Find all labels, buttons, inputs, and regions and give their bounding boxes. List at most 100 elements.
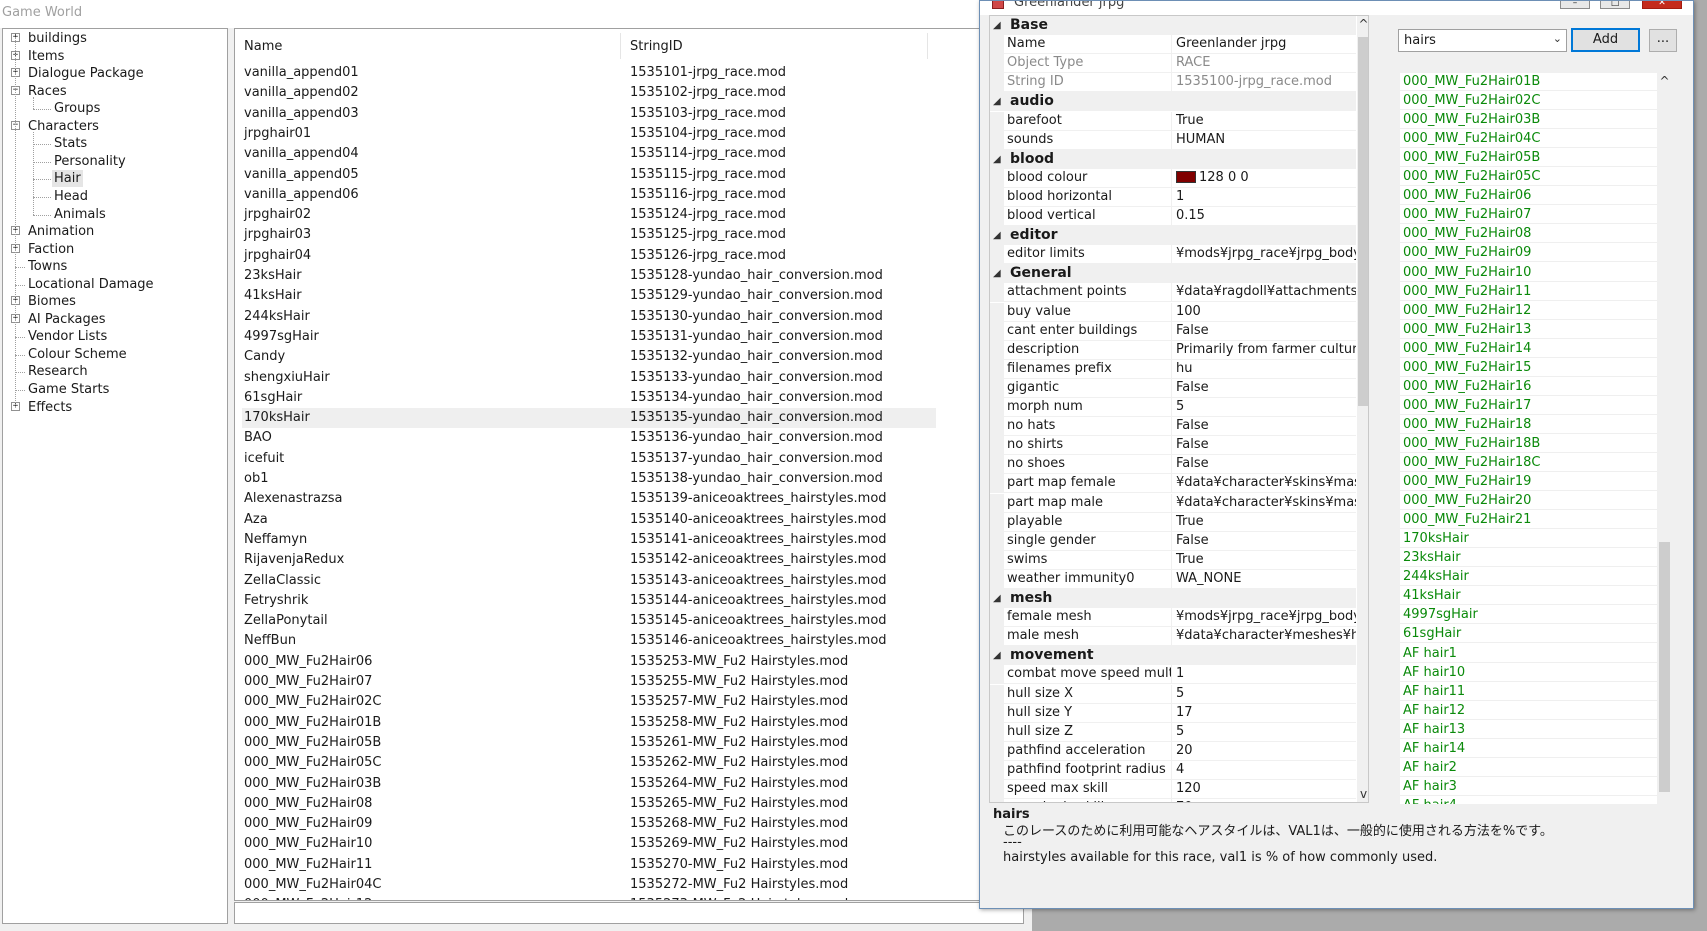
list-item[interactable]: 000_MW_Fu2Hair01B [1400, 73, 1660, 91]
property-value[interactable]: False [1173, 379, 1356, 398]
property-value[interactable]: 1535100-jrpg_race.mod [1173, 73, 1356, 92]
list-item[interactable]: 000_MW_Fu2Hair04C [1400, 129, 1660, 149]
property-value[interactable]: RACE [1173, 54, 1356, 73]
list-item[interactable]: 170ksHair [1400, 529, 1660, 549]
property-value[interactable]: False [1173, 417, 1356, 436]
table-row[interactable]: 000_MW_Fu2Hair05B 1535261-MW_Fu2 Hairstyl… [235, 733, 915, 753]
property-value[interactable]: True [1173, 112, 1356, 131]
property-value[interactable]: 0.15 [1173, 207, 1356, 226]
property-row[interactable]: Name Greenlander jrpg [990, 35, 1356, 55]
property-value[interactable]: Greenlander jrpg [1173, 35, 1356, 54]
property-value[interactable]: False [1173, 436, 1356, 455]
list-item[interactable]: AF hair3 [1400, 777, 1660, 796]
table-row[interactable]: 170ksHair 1535135-yundao_hair_conversion.… [242, 408, 936, 429]
property-row[interactable]: String ID 1535100-jrpg_race.mod [990, 73, 1356, 93]
property-category[interactable]: ◢ Base [990, 16, 1356, 35]
collapse-category-icon[interactable]: ◢ [993, 226, 1001, 245]
property-row[interactable]: pathfind acceleration 20 [990, 741, 1356, 761]
list-item[interactable]: AF hair10 [1400, 663, 1660, 682]
table-row[interactable]: jrpghair04 1535126-jrpg_race.mod [235, 246, 915, 266]
property-value[interactable]: ¥data¥character¥skins¥mask [1173, 474, 1356, 493]
property-row[interactable]: no shoes False [990, 455, 1356, 475]
list-item[interactable]: 4997sgHair [1400, 605, 1660, 625]
table-row[interactable]: Fetryshrik 1535144-aniceoaktrees_hairstyl… [235, 591, 915, 611]
property-category[interactable]: ◢ audio [990, 92, 1356, 112]
collapse-category-icon[interactable]: ◢ [993, 16, 1001, 35]
property-category[interactable]: ◢ editor [990, 226, 1356, 246]
list-item[interactable]: 000_MW_Fu2Hair03B [1400, 110, 1660, 130]
table-row[interactable]: vanilla_append02 1535102-jrpg_race.mod [235, 83, 915, 103]
property-row[interactable]: editor limits ¥mods¥jrpg_race¥jrpg_body¥ [990, 245, 1356, 265]
list-item[interactable]: AF hair11 [1400, 682, 1660, 701]
property-value[interactable]: False [1173, 322, 1356, 341]
property-row[interactable]: cant enter buildings False [990, 321, 1356, 341]
chevron-down-icon[interactable]: ⌄ [1553, 32, 1562, 45]
property-row[interactable]: part map male ¥data¥character¥skins¥mask [990, 493, 1356, 513]
property-row[interactable]: hull size Y 17 [990, 703, 1356, 723]
list-item[interactable]: 000_MW_Fu2Hair14 [1400, 339, 1660, 358]
property-row[interactable]: Object Type RACE [990, 54, 1356, 74]
property-row[interactable]: combat move speed mult 1 [990, 665, 1356, 685]
table-row[interactable]: 000_MW_Fu2Hair01B 1535258-MW_Fu2 Hairstyl… [235, 713, 915, 733]
list-item[interactable]: 000_MW_Fu2Hair11 [1400, 282, 1660, 301]
property-row[interactable]: part map female ¥data¥character¥skins¥mas… [990, 474, 1356, 494]
list-item[interactable]: AF hair1 [1400, 644, 1660, 663]
column-separator[interactable] [927, 33, 928, 59]
column-separator[interactable] [620, 33, 621, 59]
list-item[interactable]: 000_MW_Fu2Hair02C [1400, 91, 1660, 111]
collapse-category-icon[interactable]: ◢ [993, 646, 1001, 665]
list-item[interactable]: 000_MW_Fu2Hair18B [1400, 434, 1660, 453]
table-row[interactable]: jrpghair03 1535125-jrpg_race.mod [235, 225, 915, 245]
property-row[interactable]: blood vertical 0.15 [990, 207, 1356, 226]
list-item[interactable]: 000_MW_Fu2Hair18 [1400, 415, 1660, 434]
property-value[interactable]: 128 0 0 [1173, 169, 1356, 188]
property-value[interactable]: 1 [1173, 188, 1356, 207]
list-item[interactable]: 000_MW_Fu2Hair13 [1400, 320, 1660, 339]
list-item[interactable]: 000_MW_Fu2Hair15 [1400, 358, 1660, 377]
table-row[interactable]: 000_MW_Fu2Hair12 1535273-MW_Fu2 Hairstyle… [235, 895, 915, 900]
property-value[interactable]: WA_NONE [1173, 570, 1356, 589]
item-list[interactable]: Name StringID vanilla_append01 1535101-jr… [234, 28, 1034, 901]
property-value[interactable]: ¥data¥ragdoll¥attachments- [1173, 283, 1356, 302]
property-category[interactable]: ◢ movement [990, 646, 1356, 666]
property-row[interactable]: attachment points ¥data¥ragdoll¥attachmen… [990, 283, 1356, 303]
property-category[interactable]: ◢ mesh [990, 589, 1356, 608]
property-row[interactable]: speed max skill 120 [990, 780, 1356, 799]
scrollbar-thumb[interactable] [1659, 542, 1670, 792]
property-row[interactable]: blood horizontal 1 [990, 187, 1356, 207]
property-row[interactable]: hull size X5 [990, 684, 1356, 704]
list-item[interactable]: AF hair12 [1400, 701, 1660, 720]
table-row[interactable]: vanilla_append03 1535103-jrpg_race.mod [235, 104, 915, 124]
property-category[interactable]: ◢ General [990, 264, 1356, 284]
scroll-up-icon[interactable]: ^ [1658, 73, 1671, 89]
property-value[interactable]: 120 [1173, 780, 1356, 799]
property-row[interactable]: sounds HUMAN [990, 130, 1356, 150]
scrollbar-thumb[interactable] [1358, 37, 1368, 406]
list-item[interactable]: 23ksHair [1400, 548, 1660, 568]
property-value[interactable]: True [1173, 513, 1356, 532]
table-row[interactable]: 41ksHair 1535129-yundao_hair_conversion.m… [235, 286, 915, 306]
list-item[interactable]: 000_MW_Fu2Hair08 [1400, 224, 1660, 244]
list-item[interactable]: 000_MW_Fu2Hair09 [1400, 243, 1660, 263]
list-horizontal-bar[interactable] [234, 902, 1024, 924]
scroll-up-icon[interactable]: ^ [1357, 16, 1368, 32]
property-value[interactable]: 20 [1173, 742, 1356, 761]
table-row[interactable]: 000_MW_Fu2Hair03B 1535264-MW_Fu2 Hairstyl… [235, 774, 915, 794]
table-row[interactable]: NeffBun 1535146-aniceoaktrees_hairstyles.… [235, 631, 915, 651]
table-row[interactable]: 000_MW_Fu2Hair02C 1535257-MW_Fu2 Hairstyl… [235, 692, 915, 712]
collapse-category-icon[interactable]: ◢ [993, 589, 1001, 608]
table-row[interactable]: shengxiuHair 1535133-yundao_hair_conversi… [235, 368, 915, 388]
property-value[interactable]: 4 [1173, 761, 1356, 780]
property-row[interactable]: male mesh ¥data¥character¥meshes¥hu [990, 627, 1356, 647]
more-options-button[interactable]: ... [1649, 29, 1677, 52]
table-row[interactable]: Neffamyn 1535141-aniceoaktrees_hairstyles… [235, 530, 915, 550]
property-value[interactable]: Primarily from farmer culture [1173, 341, 1356, 360]
property-value[interactable]: True [1173, 551, 1356, 570]
property-row[interactable]: filenames prefix hu [990, 359, 1356, 379]
list-item[interactable]: 000_MW_Fu2Hair05B [1400, 148, 1660, 168]
property-grid-scrollbar[interactable]: ^ v [1357, 16, 1368, 802]
table-row[interactable]: BAO 1535136-yundao_hair_conversion.mod [235, 428, 915, 448]
reference-list-scrollbar[interactable]: ^ [1657, 73, 1672, 804]
list-item[interactable]: 000_MW_Fu2Hair06 [1400, 186, 1660, 206]
table-row[interactable]: icefuit 1535137-yundao_hair_conversion.mo… [235, 449, 915, 469]
